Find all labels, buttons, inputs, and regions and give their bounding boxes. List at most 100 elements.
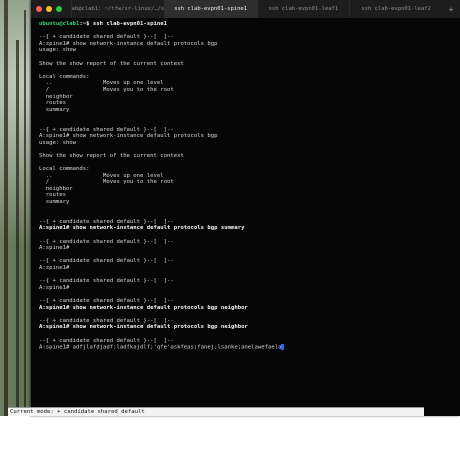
terminal-line-text: / Moves you to the root: [39, 86, 174, 93]
terminal-line-text: --{ + candidate shared default }--[ ]--: [39, 337, 174, 344]
terminal-line: --{ + candidate shared default }--[ ]--: [39, 318, 455, 325]
terminal-line: ubuntu@clab1:~$ ssh clab-evpn01-spine1: [39, 21, 455, 28]
terminal-line: --{ + candidate shared default }--[ ]--: [39, 338, 455, 345]
terminal-line-text: .. Moves up one level: [39, 80, 164, 87]
terminal-line-text: Show the show report of the current cont…: [39, 152, 184, 159]
tree-trunk: [16, 40, 19, 416]
terminal-line: --{ + candidate shared default }--[ ]--: [39, 127, 455, 134]
window-controls: [31, 6, 71, 12]
terminal-line-text: / Moves you to the root: [39, 179, 174, 186]
terminal-line: Show the show report of the current cont…: [39, 153, 455, 160]
status-bar: Current mode: + candidate shared default: [8, 407, 424, 416]
terminal-line: A:spine1# show network-instance default …: [39, 41, 455, 48]
terminal-line: Local commands:: [39, 166, 455, 173]
terminal-line: --{ + candidate shared default }--[ ]--: [39, 258, 455, 265]
terminal-line: usage: show: [39, 47, 455, 54]
terminal-line-text: summary: [39, 106, 70, 113]
tab-3[interactable]: ssh clab-evpn01-leaf1: [256, 0, 350, 18]
terminal-line-text: --{ + candidate shared default }--[ ]--: [39, 238, 174, 245]
terminal-line: summary: [39, 199, 455, 206]
terminal-line-text: usage: show: [39, 47, 77, 54]
terminal-line: A:spine1#: [39, 265, 455, 272]
terminal-line: / Moves you to the root: [39, 87, 455, 94]
terminal-line: A:spine1# show network-instance default …: [39, 225, 455, 232]
terminal-line-text: summary: [39, 199, 70, 206]
terminal-line-text: neighbor: [39, 93, 73, 100]
terminal-line-text: --{ + candidate shared default }--[ ]--: [39, 34, 174, 41]
tree-trunk: [24, 10, 26, 416]
terminal-line-text: --{ + candidate shared default }--[ ]--: [39, 126, 174, 133]
close-window-button[interactable]: [36, 6, 42, 12]
terminal-line-text: --{ + candidate shared default }--[ ]--: [39, 278, 174, 285]
terminal-line-text: A:spine1# show network-instance default …: [39, 324, 248, 331]
terminal-line-text: A:spine1# show network-instance default …: [39, 133, 218, 140]
terminal-line-text: --{ + candidate shared default }--[ ]--: [39, 317, 174, 324]
terminal-line-text: A:spine1#: [39, 264, 70, 271]
terminal-line: .. Moves up one level: [39, 173, 455, 180]
titlebar[interactable]: clab@clab1: ~/tfw/sr-linux/…/srlssh clab…: [31, 0, 460, 18]
terminal-line-text: routes: [39, 100, 66, 107]
text-cursor: [281, 344, 285, 351]
minimize-window-button[interactable]: [46, 6, 52, 12]
terminal-line: A:spine1# show network-instance default …: [39, 133, 455, 140]
terminal-line: A:spine1# show network-instance default …: [39, 305, 455, 312]
terminal-line-text: A:spine1# show network-instance default …: [39, 304, 248, 311]
tab-1[interactable]: clab@clab1: ~/tfw/sr-linux/…/srl: [71, 0, 164, 18]
terminal-line: routes: [39, 192, 455, 199]
terminal-line: Show the show report of the current cont…: [39, 61, 455, 68]
maximize-window-button[interactable]: [56, 6, 62, 12]
terminal-line: usage: show: [39, 140, 455, 147]
tree-trunk: [4, 0, 8, 416]
terminal-line-text: A:spine1# adfjlafdjadf;ladfkajdlf;'qfe'a…: [39, 344, 282, 351]
terminal-line: summary: [39, 107, 455, 114]
terminal-line: A:spine1#: [39, 285, 455, 292]
tab-2[interactable]: ssh clab-evpn01-spine1: [163, 0, 257, 18]
terminal-line: --{ + candidate shared default }--[ ]--: [39, 219, 455, 226]
terminal-line: neighbor: [39, 94, 455, 101]
terminal-line: --{ + candidate shared default }--[ ]--: [39, 34, 455, 41]
terminal-line-text: --{ + candidate shared default }--[ ]--: [39, 258, 174, 265]
terminal-line-text: A:spine1# show network-instance default …: [39, 225, 245, 232]
terminal-line: --{ + candidate shared default }--[ ]--: [39, 239, 455, 246]
terminal-line: neighbor: [39, 186, 455, 193]
terminal-line: A:spine1# show network-instance default …: [39, 324, 455, 331]
terminal-line-text: .. Moves up one level: [39, 172, 164, 179]
terminal-line-text: A:spine1#: [39, 245, 70, 252]
terminal-line: routes: [39, 100, 455, 107]
terminal-line: Local commands:: [39, 74, 455, 81]
terminal-line: .. Moves up one level: [39, 80, 455, 87]
terminal-line-text: Local commands:: [39, 73, 90, 80]
terminal-line-text: Local commands:: [39, 166, 90, 173]
terminal-line-text: A:spine1# show network-instance default …: [39, 40, 218, 47]
tab-4[interactable]: ssh clab-evpn01-leaf2: [349, 0, 442, 18]
terminal-line-text: usage: show: [39, 139, 77, 146]
terminal-window[interactable]: clab@clab1: ~/tfw/sr-linux/…/srlssh clab…: [31, 0, 460, 416]
terminal-line-text: --{ + candidate shared default }--[ ]--: [39, 297, 174, 304]
terminal-line-text: Show the show report of the current cont…: [39, 60, 184, 67]
terminal-line: A:spine1# adfjlafdjadf;ladfkajdlf;'qfe'a…: [39, 344, 455, 351]
terminal-line-text: neighbor: [39, 185, 73, 192]
prompt-user: ubuntu@clab1: [39, 21, 80, 27]
terminal-line-text: routes: [39, 192, 66, 199]
terminal-line-text: --{ + candidate shared default }--[ ]--: [39, 218, 174, 225]
terminal-line: --{ + candidate shared default }--[ ]--: [39, 278, 455, 285]
terminal-output[interactable]: ubuntu@clab1:~$ ssh clab-evpn01-spine1 --…: [39, 21, 455, 383]
terminal-line-text: A:spine1#: [39, 284, 70, 291]
terminal-line: A:spine1#: [39, 245, 455, 252]
tab-bar: clab@clab1: ~/tfw/sr-linux/…/srlssh clab…: [71, 0, 442, 18]
new-tab-button[interactable]: +: [442, 5, 460, 14]
